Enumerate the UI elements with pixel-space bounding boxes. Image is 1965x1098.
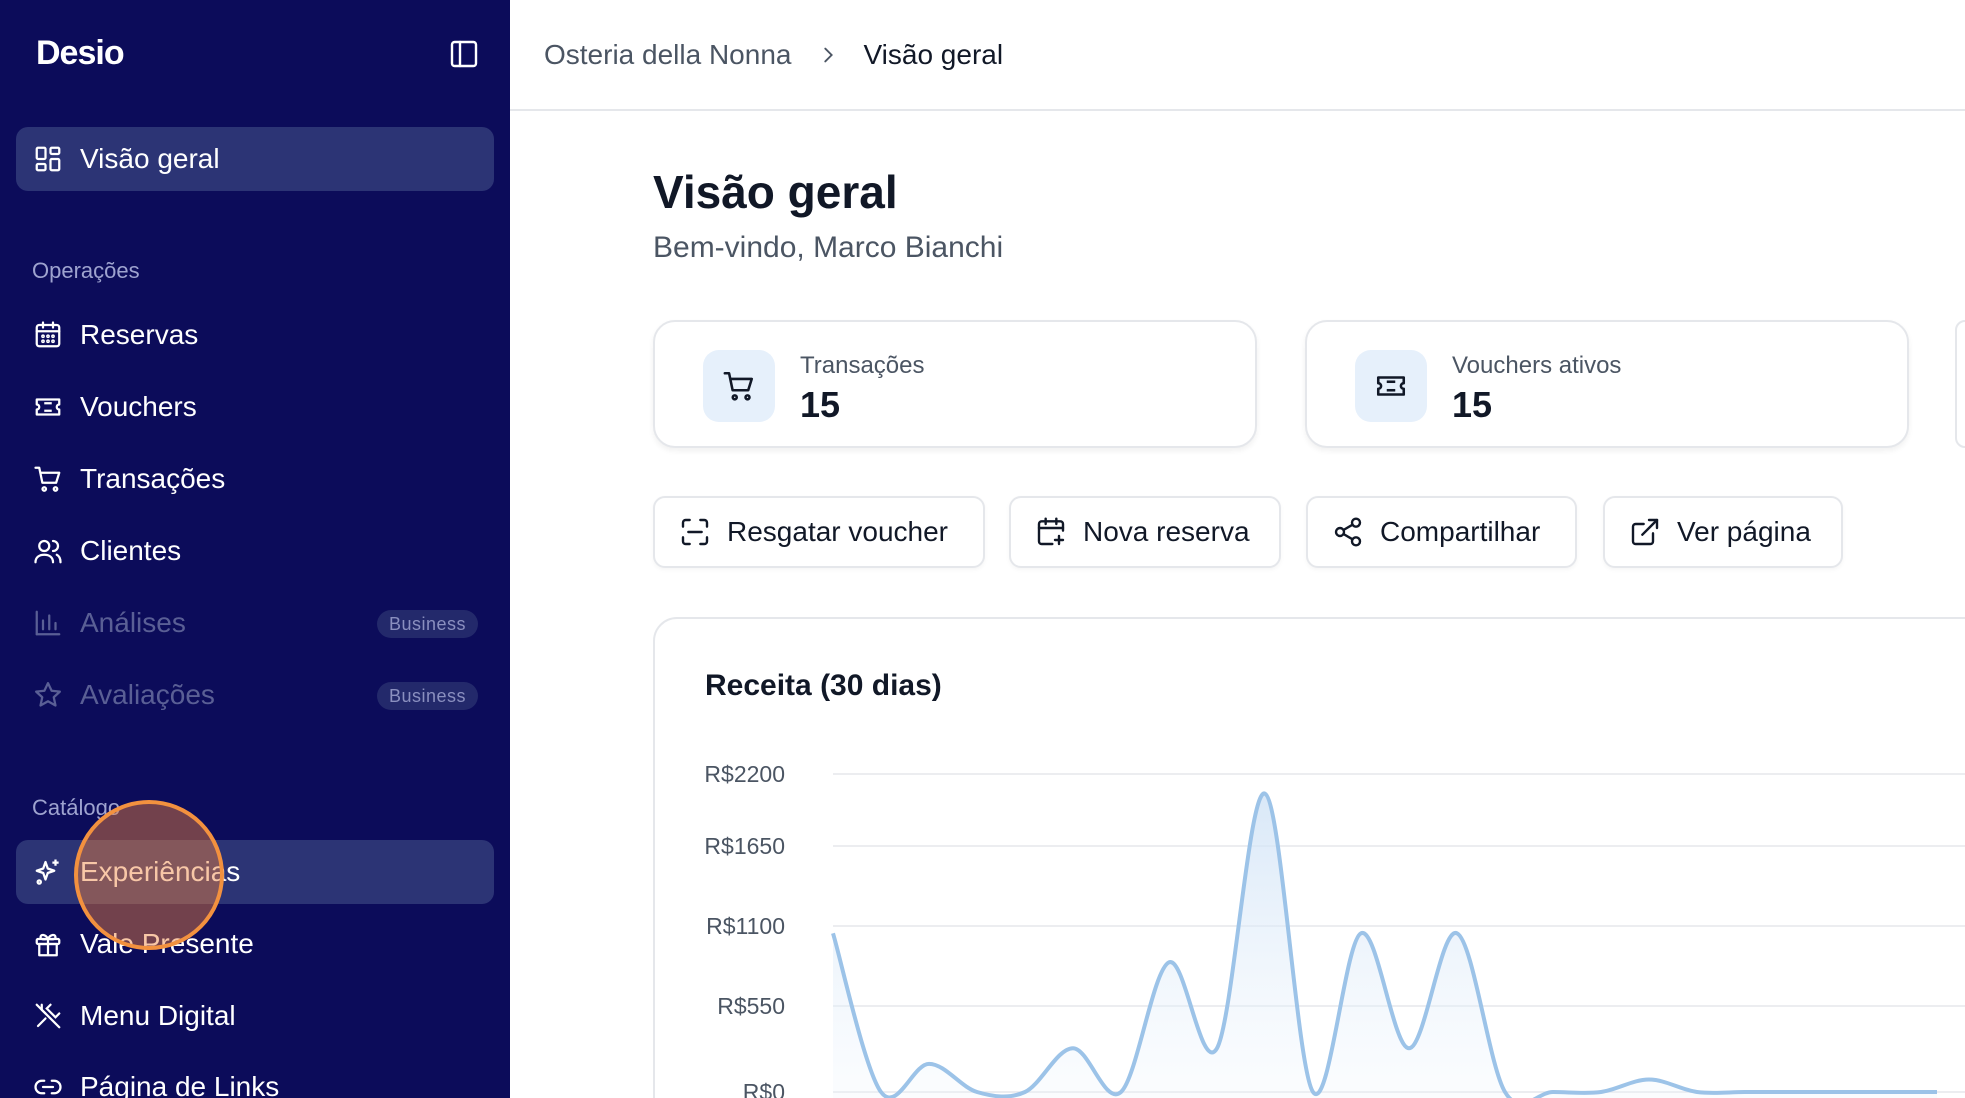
sidebar-item-label: Clientes xyxy=(80,535,182,566)
stat-label: Vouchers ativos xyxy=(1452,352,1622,379)
app-logo[interactable]: Desio xyxy=(36,34,125,73)
revenue-chart: R$2200 R$1650 R$1100 R$550 R$0 xyxy=(704,761,1965,1098)
scan-icon xyxy=(679,516,711,548)
sidebar-item-clients[interactable]: Clientes xyxy=(16,519,494,583)
sparkles-icon xyxy=(33,857,63,887)
page-subtitle: Bem-vindo, Marco Bianchi xyxy=(653,231,1004,264)
view-page-button[interactable]: Ver página xyxy=(1603,496,1843,568)
section-label-operations: Operações xyxy=(32,258,140,283)
share-icon xyxy=(1332,516,1364,548)
y-tick-label: R$1650 xyxy=(704,833,785,859)
sidebar-toggle-button[interactable] xyxy=(448,38,480,70)
sidebar-header: Desio xyxy=(0,0,510,110)
sidebar-item-analytics[interactable]: Análises Business xyxy=(16,591,494,655)
redeem-voucher-button[interactable]: Resgatar voucher xyxy=(653,496,985,568)
bar-chart-icon xyxy=(33,608,63,638)
sidebar-item-vouchers[interactable]: Vouchers xyxy=(16,375,494,439)
breadcrumb-current: Visão geral xyxy=(863,38,1004,70)
chevron-right-icon xyxy=(817,44,839,66)
calendar-icon xyxy=(33,320,63,350)
page-title: Visão geral xyxy=(653,166,898,218)
sidebar-item-label: Reservas xyxy=(80,319,199,350)
y-tick-label: R$0 xyxy=(743,1079,785,1098)
sidebar-item-gift-card[interactable]: Vale Presente xyxy=(16,912,494,976)
ticket-icon xyxy=(33,392,63,422)
business-badge: Business xyxy=(376,610,478,638)
sidebar-item-label: Vouchers xyxy=(80,391,197,422)
users-icon xyxy=(33,536,63,566)
ticket-icon xyxy=(1355,350,1427,422)
y-tick-label: R$550 xyxy=(717,993,785,1019)
cart-icon xyxy=(33,464,63,494)
gift-icon xyxy=(33,929,63,959)
stat-value: 15 xyxy=(1452,384,1493,425)
stat-value: 15 xyxy=(800,384,841,425)
sidebar-item-label: Visão geral xyxy=(80,143,220,174)
y-tick-label: R$1100 xyxy=(706,913,785,939)
sidebar-item-link-page[interactable]: Página de Links xyxy=(16,1055,494,1098)
external-link-icon xyxy=(1629,516,1661,548)
breadcrumb: Osteria della Nonna Visão geral xyxy=(510,0,1965,111)
sidebar-item-reviews[interactable]: Avaliações Business xyxy=(16,663,494,727)
sidebar-item-label: Transações xyxy=(80,463,226,494)
stat-label: Transações xyxy=(800,352,925,379)
stat-card-transactions: Transações 15 xyxy=(653,320,1257,448)
sidebar-toggle-icon xyxy=(450,40,478,68)
sidebar-item-transactions[interactable]: Transações xyxy=(16,447,494,511)
layout-grid-icon xyxy=(33,144,63,174)
sidebar: Desio Visão geral Operações Reservas Vou… xyxy=(0,0,510,1098)
sidebar-item-digital-menu[interactable]: Menu Digital xyxy=(16,984,494,1048)
stat-card-active-vouchers: Vouchers ativos 15 xyxy=(1305,320,1909,448)
sidebar-item-label: Menu Digital xyxy=(80,1000,236,1031)
sidebar-item-overview[interactable]: Visão geral xyxy=(16,127,494,191)
star-icon xyxy=(33,680,63,710)
stat-card-partial xyxy=(1955,320,1965,448)
y-tick-label: R$2200 xyxy=(704,761,785,787)
breadcrumb-parent[interactable]: Osteria della Nonna xyxy=(544,39,791,71)
button-label: Ver página xyxy=(1677,516,1811,547)
button-label: Nova reserva xyxy=(1083,516,1250,547)
button-label: Compartilhar xyxy=(1380,516,1541,547)
new-booking-button[interactable]: Nova reserva xyxy=(1009,496,1281,568)
button-label: Resgatar voucher xyxy=(727,516,949,547)
business-badge: Business xyxy=(376,682,478,710)
link-icon xyxy=(33,1072,63,1098)
revenue-chart-card: Receita (30 dias) R$2200 R$1650 R$1100 R$55… xyxy=(653,617,1965,1098)
sidebar-item-label: Página de Links xyxy=(80,1071,280,1098)
share-button[interactable]: Compartilhar xyxy=(1306,496,1577,568)
calendar-plus-icon xyxy=(1035,516,1067,548)
cart-icon xyxy=(703,350,775,422)
click-indicator xyxy=(74,800,224,950)
sidebar-item-label: Análises xyxy=(80,607,186,638)
revenue-area xyxy=(833,793,1937,1098)
sidebar-item-label: Avaliações xyxy=(80,679,215,710)
utensils-crossed-icon xyxy=(33,1001,63,1031)
sidebar-item-reservations[interactable]: Reservas xyxy=(16,303,494,367)
